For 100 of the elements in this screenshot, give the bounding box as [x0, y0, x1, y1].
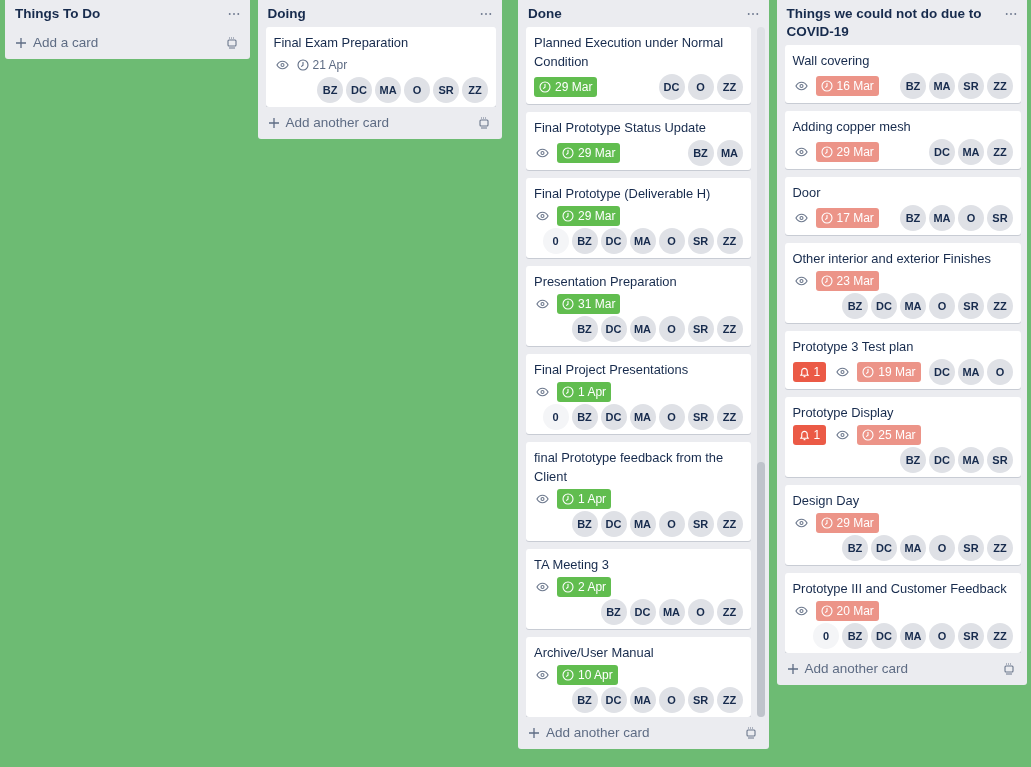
member-avatar[interactable]: SR: [958, 73, 984, 99]
member-avatar[interactable]: SR: [958, 623, 984, 649]
card[interactable]: Planned Execution under Normal Condition 29 Mar DC O ZZ: [526, 27, 751, 104]
member-avatar[interactable]: BZ: [900, 447, 926, 473]
member-avatar[interactable]: BZ: [317, 77, 344, 103]
member-avatar[interactable]: BZ: [687, 140, 714, 166]
member-avatar[interactable]: MA: [629, 404, 656, 430]
member-avatar[interactable]: O: [929, 293, 955, 319]
more-icon[interactable]: [480, 12, 493, 16]
member-avatar[interactable]: SR: [687, 404, 714, 430]
member-avatar[interactable]: BZ: [571, 511, 598, 537]
add-card-button[interactable]: Add another card: [267, 115, 390, 130]
member-avatar[interactable]: DC: [600, 316, 627, 342]
member-avatar[interactable]: O: [929, 535, 955, 561]
member-avatar[interactable]: MA: [629, 511, 656, 537]
member-avatar[interactable]: BZ: [571, 404, 598, 430]
member-avatar[interactable]: ZZ: [716, 74, 743, 100]
member-avatar[interactable]: BZ: [842, 293, 868, 319]
member-avatar[interactable]: 0: [542, 404, 569, 430]
member-avatar[interactable]: ZZ: [716, 599, 743, 625]
member-avatar[interactable]: O: [958, 205, 984, 231]
member-avatar[interactable]: O: [929, 623, 955, 649]
member-avatar[interactable]: BZ: [842, 535, 868, 561]
member-avatar[interactable]: SR: [987, 205, 1013, 231]
card[interactable]: Final Prototype Status Update 29 Mar BZ MA: [526, 112, 751, 170]
member-avatar[interactable]: SR: [687, 511, 714, 537]
member-avatar[interactable]: BZ: [900, 73, 926, 99]
member-avatar[interactable]: BZ: [900, 205, 926, 231]
member-avatar[interactable]: DC: [658, 74, 685, 100]
member-avatar[interactable]: DC: [929, 139, 955, 165]
member-avatar[interactable]: SR: [687, 316, 714, 342]
member-avatar[interactable]: ZZ: [716, 228, 743, 254]
member-avatar[interactable]: ZZ: [987, 139, 1013, 165]
member-avatar[interactable]: MA: [629, 228, 656, 254]
member-avatar[interactable]: MA: [900, 623, 926, 649]
card[interactable]: Archive/User Manual 10 Apr BZ DC MA O SR ZZ: [526, 637, 751, 717]
template-icon[interactable]: [478, 116, 491, 129]
member-avatar[interactable]: O: [404, 77, 431, 103]
member-avatar[interactable]: DC: [600, 511, 627, 537]
member-avatar[interactable]: SR: [958, 293, 984, 319]
member-avatar[interactable]: O: [658, 228, 685, 254]
member-avatar[interactable]: BZ: [571, 228, 598, 254]
member-avatar[interactable]: O: [658, 404, 685, 430]
card[interactable]: Prototype Display 1 25 Mar BZ DC MA SR: [784, 397, 1021, 477]
add-card-button[interactable]: Add another card: [786, 661, 909, 676]
member-avatar[interactable]: DC: [600, 404, 627, 430]
member-avatar[interactable]: DC: [929, 447, 955, 473]
member-avatar[interactable]: O: [687, 599, 714, 625]
more-icon[interactable]: [746, 12, 759, 16]
template-icon[interactable]: [1003, 662, 1015, 675]
template-icon[interactable]: [225, 36, 238, 49]
member-avatar[interactable]: MA: [629, 316, 656, 342]
member-avatar[interactable]: BZ: [571, 316, 598, 342]
member-avatar[interactable]: ZZ: [716, 316, 743, 342]
member-avatar[interactable]: DC: [600, 228, 627, 254]
card[interactable]: Design Day 29 Mar BZ DC MA O SR ZZ: [784, 485, 1021, 565]
member-avatar[interactable]: SR: [687, 687, 714, 713]
member-avatar[interactable]: ZZ: [462, 77, 489, 103]
card[interactable]: TA Meeting 3 2 Apr BZ DC MA O ZZ: [526, 549, 751, 629]
member-avatar[interactable]: O: [658, 511, 685, 537]
more-icon[interactable]: [1005, 12, 1017, 16]
member-avatar[interactable]: O: [658, 687, 685, 713]
card[interactable]: Adding copper mesh 29 Mar DC MA ZZ: [784, 111, 1021, 169]
member-avatar[interactable]: ZZ: [716, 404, 743, 430]
add-card-button[interactable]: Add a card: [15, 35, 99, 50]
member-avatar[interactable]: 0: [542, 228, 569, 254]
member-avatar[interactable]: DC: [871, 535, 897, 561]
member-avatar[interactable]: ZZ: [987, 623, 1013, 649]
member-avatar[interactable]: DC: [600, 687, 627, 713]
card[interactable]: Final Project Presentations 1 Apr 0 BZ DC MA O SR ZZ: [526, 354, 751, 434]
member-avatar[interactable]: SR: [687, 228, 714, 254]
member-avatar[interactable]: MA: [958, 139, 984, 165]
card[interactable]: Wall covering 16 Mar BZ MA SR ZZ: [784, 45, 1021, 103]
member-avatar[interactable]: MA: [716, 140, 743, 166]
member-avatar[interactable]: ZZ: [987, 73, 1013, 99]
scrollbar[interactable]: [756, 27, 765, 717]
more-icon[interactable]: [227, 12, 240, 16]
card[interactable]: Final Exam Preparation 21 Apr BZ DC MA O SR ZZ: [265, 27, 497, 107]
member-avatar[interactable]: MA: [900, 535, 926, 561]
member-avatar[interactable]: BZ: [571, 687, 598, 713]
member-avatar[interactable]: BZ: [600, 599, 627, 625]
card[interactable]: Final Prototype (Deliverable H) 29 Mar 0 BZ DC MA O SR ZZ: [526, 178, 751, 258]
member-avatar[interactable]: MA: [375, 77, 402, 103]
member-avatar[interactable]: DC: [871, 623, 897, 649]
member-avatar[interactable]: MA: [658, 599, 685, 625]
add-card-button[interactable]: Add another card: [528, 725, 650, 740]
member-avatar[interactable]: SR: [958, 535, 984, 561]
member-avatar[interactable]: 0: [813, 623, 839, 649]
card[interactable]: Prototype 3 Test plan 1 19 Mar DC MA O: [784, 331, 1021, 389]
card[interactable]: final Prototype feedback from the Client 1 Apr BZ DC MA O SR ZZ: [526, 442, 751, 541]
card[interactable]: Presentation Preparation 31 Mar BZ DC MA O SR ZZ: [526, 266, 751, 346]
member-avatar[interactable]: MA: [900, 293, 926, 319]
member-avatar[interactable]: MA: [929, 73, 955, 99]
member-avatar[interactable]: ZZ: [716, 511, 743, 537]
member-avatar[interactable]: MA: [629, 687, 656, 713]
member-avatar[interactable]: O: [687, 74, 714, 100]
member-avatar[interactable]: O: [658, 316, 685, 342]
member-avatar[interactable]: ZZ: [716, 687, 743, 713]
member-avatar[interactable]: BZ: [842, 623, 868, 649]
member-avatar[interactable]: SR: [987, 447, 1013, 473]
